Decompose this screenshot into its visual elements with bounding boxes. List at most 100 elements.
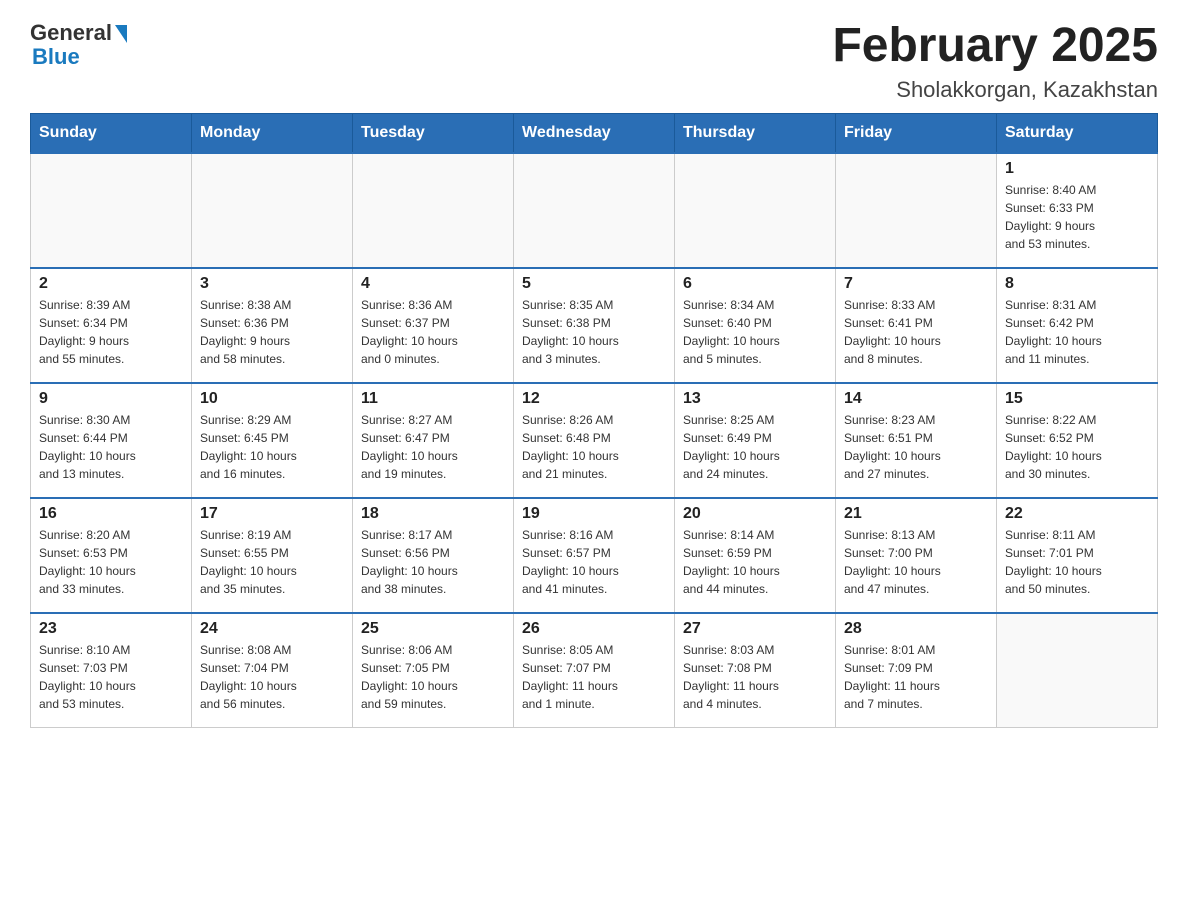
weekday-header-row: SundayMondayTuesdayWednesdayThursdayFrid… (31, 113, 1158, 153)
calendar-cell (514, 153, 675, 268)
day-info: Sunrise: 8:25 AM Sunset: 6:49 PM Dayligh… (683, 411, 827, 483)
calendar-cell: 26 Sunrise: 8:05 AM Sunset: 7:07 PM Dayli… (514, 613, 675, 728)
calendar-cell: 17 Sunrise: 8:19 AM Sunset: 6:55 PM Dayli… (192, 498, 353, 613)
day-info: Sunrise: 8:08 AM Sunset: 7:04 PM Dayligh… (200, 641, 344, 713)
day-number: 15 (1005, 390, 1149, 408)
day-info: Sunrise: 8:10 AM Sunset: 7:03 PM Dayligh… (39, 641, 183, 713)
calendar-cell: 4Sunrise: 8:36 AM Sunset: 6:37 PM Daylig… (353, 268, 514, 383)
day-number: 11 (361, 390, 505, 408)
weekday-header-saturday: Saturday (997, 113, 1158, 153)
day-info: Sunrise: 8:33 AM Sunset: 6:41 PM Dayligh… (844, 296, 988, 368)
calendar-cell: 25 Sunrise: 8:06 AM Sunset: 7:05 PM Dayli… (353, 613, 514, 728)
day-number: 26 (522, 620, 666, 638)
day-number: 2 (39, 275, 183, 293)
day-info: Sunrise: 8:20 AM Sunset: 6:53 PM Dayligh… (39, 526, 183, 598)
day-info: Sunrise: 8:31 AM Sunset: 6:42 PM Dayligh… (1005, 296, 1149, 368)
weekday-header-wednesday: Wednesday (514, 113, 675, 153)
day-number: 16 (39, 505, 183, 523)
day-number: 12 (522, 390, 666, 408)
day-number: 13 (683, 390, 827, 408)
calendar-cell: 18 Sunrise: 8:17 AM Sunset: 6:56 PM Dayli… (353, 498, 514, 613)
calendar-cell: 13 Sunrise: 8:25 AM Sunset: 6:49 PM Dayli… (675, 383, 836, 498)
day-info: Sunrise: 8:29 AM Sunset: 6:45 PM Dayligh… (200, 411, 344, 483)
day-number: 25 (361, 620, 505, 638)
day-number: 21 (844, 505, 988, 523)
day-number: 5 (522, 275, 666, 293)
day-info: Sunrise: 8:40 AM Sunset: 6:33 PM Dayligh… (1005, 181, 1149, 253)
day-number: 27 (683, 620, 827, 638)
week-row-4: 16 Sunrise: 8:20 AM Sunset: 6:53 PM Dayli… (31, 498, 1158, 613)
day-info: Sunrise: 8:34 AM Sunset: 6:40 PM Dayligh… (683, 296, 827, 368)
day-info: Sunrise: 8:35 AM Sunset: 6:38 PM Dayligh… (522, 296, 666, 368)
day-info: Sunrise: 8:17 AM Sunset: 6:56 PM Dayligh… (361, 526, 505, 598)
calendar-cell: 24 Sunrise: 8:08 AM Sunset: 7:04 PM Dayli… (192, 613, 353, 728)
day-number: 23 (39, 620, 183, 638)
day-number: 14 (844, 390, 988, 408)
calendar-cell: 15 Sunrise: 8:22 AM Sunset: 6:52 PM Dayli… (997, 383, 1158, 498)
logo-arrow-icon (115, 25, 127, 43)
weekday-header-friday: Friday (836, 113, 997, 153)
calendar-cell (836, 153, 997, 268)
calendar-cell: 7 Sunrise: 8:33 AM Sunset: 6:41 PM Daylig… (836, 268, 997, 383)
month-title: February 2025 (832, 20, 1158, 73)
calendar-cell: 10 Sunrise: 8:29 AM Sunset: 6:45 PM Dayli… (192, 383, 353, 498)
weekday-header-monday: Monday (192, 113, 353, 153)
calendar-cell: 14 Sunrise: 8:23 AM Sunset: 6:51 PM Dayli… (836, 383, 997, 498)
calendar-cell (997, 613, 1158, 728)
day-info: Sunrise: 8:22 AM Sunset: 6:52 PM Dayligh… (1005, 411, 1149, 483)
weekday-header-thursday: Thursday (675, 113, 836, 153)
calendar-cell: 27 Sunrise: 8:03 AM Sunset: 7:08 PM Dayli… (675, 613, 836, 728)
day-info: Sunrise: 8:01 AM Sunset: 7:09 PM Dayligh… (844, 641, 988, 713)
calendar-cell: 22Sunrise: 8:11 AM Sunset: 7:01 PM Dayli… (997, 498, 1158, 613)
day-number: 24 (200, 620, 344, 638)
day-info: Sunrise: 8:19 AM Sunset: 6:55 PM Dayligh… (200, 526, 344, 598)
calendar-cell: 21 Sunrise: 8:13 AM Sunset: 7:00 PM Dayli… (836, 498, 997, 613)
day-number: 8 (1005, 275, 1149, 293)
calendar-cell: 9Sunrise: 8:30 AM Sunset: 6:44 PM Daylig… (31, 383, 192, 498)
location-text: Sholakkorgan, Kazakhstan (832, 77, 1158, 103)
day-number: 28 (844, 620, 988, 638)
day-info: Sunrise: 8:16 AM Sunset: 6:57 PM Dayligh… (522, 526, 666, 598)
calendar-cell (675, 153, 836, 268)
week-row-2: 2 Sunrise: 8:39 AM Sunset: 6:34 PM Daylig… (31, 268, 1158, 383)
calendar-cell: 11 Sunrise: 8:27 AM Sunset: 6:47 PM Dayli… (353, 383, 514, 498)
calendar-cell: 12Sunrise: 8:26 AM Sunset: 6:48 PM Dayli… (514, 383, 675, 498)
day-info: Sunrise: 8:14 AM Sunset: 6:59 PM Dayligh… (683, 526, 827, 598)
week-row-3: 9Sunrise: 8:30 AM Sunset: 6:44 PM Daylig… (31, 383, 1158, 498)
page-header: General Blue February 2025 Sholakkorgan,… (30, 20, 1158, 103)
day-number: 1 (1005, 160, 1149, 178)
day-info: Sunrise: 8:05 AM Sunset: 7:07 PM Dayligh… (522, 641, 666, 713)
day-number: 3 (200, 275, 344, 293)
day-info: Sunrise: 8:23 AM Sunset: 6:51 PM Dayligh… (844, 411, 988, 483)
calendar-cell: 6 Sunrise: 8:34 AM Sunset: 6:40 PM Daylig… (675, 268, 836, 383)
calendar-cell (192, 153, 353, 268)
day-info: Sunrise: 8:27 AM Sunset: 6:47 PM Dayligh… (361, 411, 505, 483)
logo-general-text: General (30, 20, 112, 46)
day-info: Sunrise: 8:30 AM Sunset: 6:44 PM Dayligh… (39, 411, 183, 483)
day-info: Sunrise: 8:06 AM Sunset: 7:05 PM Dayligh… (361, 641, 505, 713)
calendar-cell (353, 153, 514, 268)
day-number: 10 (200, 390, 344, 408)
day-info: Sunrise: 8:38 AM Sunset: 6:36 PM Dayligh… (200, 296, 344, 368)
day-info: Sunrise: 8:13 AM Sunset: 7:00 PM Dayligh… (844, 526, 988, 598)
day-number: 17 (200, 505, 344, 523)
weekday-header-sunday: Sunday (31, 113, 192, 153)
calendar-table: SundayMondayTuesdayWednesdayThursdayFrid… (30, 113, 1158, 729)
day-number: 6 (683, 275, 827, 293)
calendar-cell: 1 Sunrise: 8:40 AM Sunset: 6:33 PM Daylig… (997, 153, 1158, 268)
weekday-header-tuesday: Tuesday (353, 113, 514, 153)
day-number: 18 (361, 505, 505, 523)
logo-blue-text: Blue (30, 44, 80, 70)
day-info: Sunrise: 8:03 AM Sunset: 7:08 PM Dayligh… (683, 641, 827, 713)
calendar-cell: 16 Sunrise: 8:20 AM Sunset: 6:53 PM Dayli… (31, 498, 192, 613)
calendar-cell: 2 Sunrise: 8:39 AM Sunset: 6:34 PM Daylig… (31, 268, 192, 383)
day-number: 22 (1005, 505, 1149, 523)
calendar-cell: 5 Sunrise: 8:35 AM Sunset: 6:38 PM Daylig… (514, 268, 675, 383)
day-info: Sunrise: 8:39 AM Sunset: 6:34 PM Dayligh… (39, 296, 183, 368)
day-number: 7 (844, 275, 988, 293)
calendar-cell: 3 Sunrise: 8:38 AM Sunset: 6:36 PM Daylig… (192, 268, 353, 383)
day-info: Sunrise: 8:36 AM Sunset: 6:37 PM Dayligh… (361, 296, 505, 368)
day-number: 19 (522, 505, 666, 523)
week-row-5: 23 Sunrise: 8:10 AM Sunset: 7:03 PM Dayli… (31, 613, 1158, 728)
title-area: February 2025 Sholakkorgan, Kazakhstan (832, 20, 1158, 103)
